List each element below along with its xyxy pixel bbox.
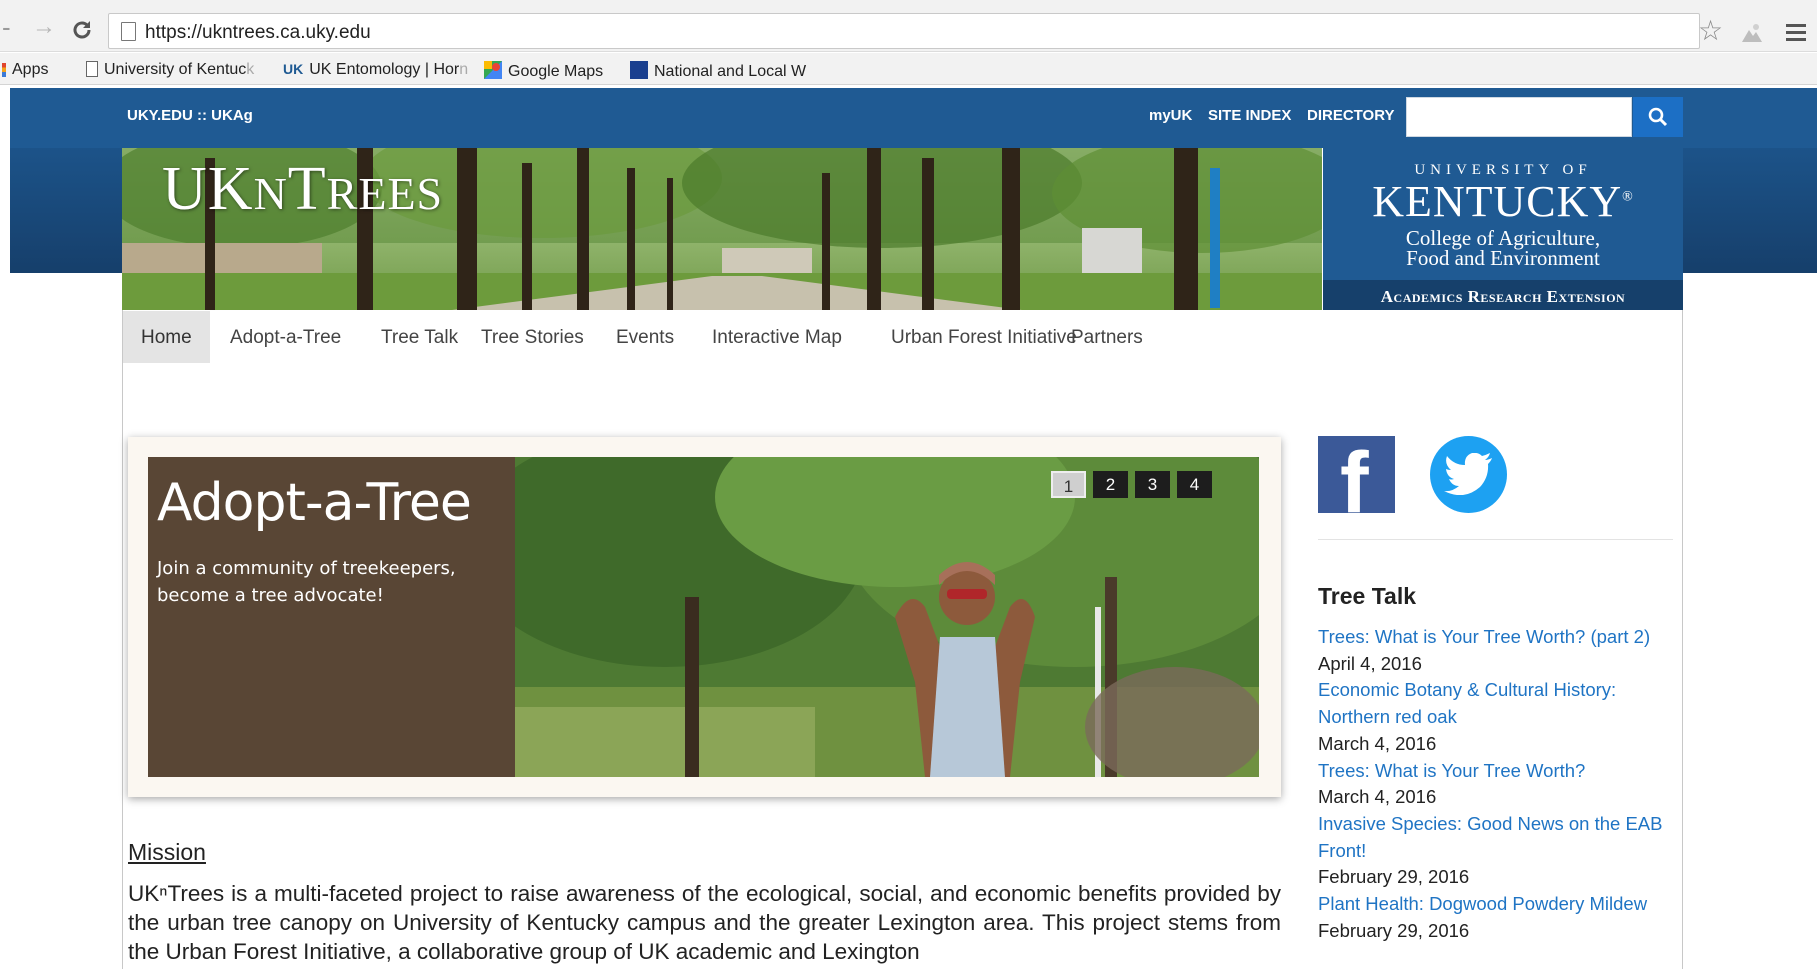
bookmark-google-maps[interactable]: Google Maps bbox=[484, 61, 603, 81]
nav-tree-stories[interactable]: Tree Stories bbox=[463, 311, 602, 363]
post-date: February 29, 2016 bbox=[1318, 919, 1470, 941]
nav-interactive-map[interactable]: Interactive Map bbox=[694, 311, 860, 363]
slide-page-3[interactable]: 3 bbox=[1135, 471, 1170, 498]
address-url[interactable]: https://ukntrees.ca.uky.edu bbox=[145, 22, 371, 44]
uk-college-logo[interactable]: UNIVERSITY OF KENTUCKY® College of Agric… bbox=[1323, 148, 1683, 310]
nav-partners[interactable]: Partners bbox=[1053, 311, 1161, 363]
nav-tree-talk[interactable]: Tree Talk bbox=[363, 311, 476, 363]
ukntrees-logo[interactable]: UKNTREES bbox=[162, 154, 443, 225]
uk-kentucky-wordmark: KENTUCKY® bbox=[1372, 177, 1634, 226]
mission-heading: Mission bbox=[128, 839, 206, 865]
search-icon bbox=[1648, 107, 1668, 127]
facebook-icon[interactable]: f bbox=[1318, 435, 1395, 531]
bookmarks-bar: Apps University of Kentuck UK UK Entomolo… bbox=[0, 53, 1817, 85]
google-maps-icon bbox=[484, 61, 502, 79]
uk-logo-icon: UK bbox=[283, 61, 304, 77]
tree-talk-list: Trees: What is Your Tree Worth? (part 2)… bbox=[1318, 624, 1678, 944]
site-search-input[interactable] bbox=[1406, 97, 1632, 137]
bookmark-apps[interactable]: Apps bbox=[2, 61, 48, 79]
slide-title[interactable]: Adopt-a-Tree bbox=[157, 473, 472, 533]
myuk-link[interactable]: myUK bbox=[1149, 107, 1192, 124]
nav-home[interactable]: Home bbox=[123, 311, 210, 363]
post-date: April 4, 2016 bbox=[1318, 652, 1422, 674]
post-date: March 4, 2016 bbox=[1318, 786, 1437, 808]
post-date: February 29, 2016 bbox=[1318, 866, 1470, 888]
uk-tagline: Academics Research Extension bbox=[1380, 287, 1626, 306]
tree-talk-heading: Tree Talk bbox=[1318, 583, 1417, 609]
volunteer-thumbs-up-photo[interactable] bbox=[515, 457, 1259, 777]
post-link[interactable]: Plant Health: Dogwood Powdery Mildew bbox=[1318, 891, 1678, 918]
slide-page-1[interactable]: 1 bbox=[1051, 471, 1086, 498]
uky-ukag-link[interactable]: UKY.EDU :: UKAg bbox=[127, 107, 253, 124]
address-bar[interactable]: https://ukntrees.ca.uky.edu bbox=[108, 13, 1700, 49]
sidebar-divider bbox=[1318, 539, 1673, 540]
back-arrow-icon[interactable]: - bbox=[2, 14, 11, 40]
forward-arrow-icon[interactable]: → bbox=[32, 14, 56, 40]
apps-grid-icon bbox=[2, 63, 6, 77]
nav-events[interactable]: Events bbox=[598, 311, 692, 363]
reload-icon[interactable] bbox=[70, 18, 94, 42]
page-icon bbox=[86, 61, 98, 77]
weather-channel-icon bbox=[630, 61, 648, 79]
post-link[interactable]: Trees: What is Your Tree Worth? (part 2) bbox=[1318, 624, 1678, 651]
post-link[interactable]: Economic Botany & Cultural History: Nort… bbox=[1318, 677, 1678, 730]
slide-page-2[interactable]: 2 bbox=[1093, 471, 1128, 498]
post-link[interactable]: Invasive Species: Good News on the EAB F… bbox=[1318, 811, 1678, 864]
search-button[interactable] bbox=[1633, 97, 1683, 137]
slide-description: Join a community of treekeepers, become … bbox=[157, 558, 456, 606]
bookmark-national-and-local-weather[interactable]: National and Local W bbox=[630, 61, 806, 81]
extension-icon[interactable] bbox=[1740, 22, 1764, 44]
browser-toolbar: - → https://ukntrees.ca.uky.edu ☆ bbox=[0, 0, 1817, 52]
browser-menu-icon[interactable] bbox=[1786, 24, 1806, 45]
twitter-icon[interactable] bbox=[1430, 436, 1507, 513]
directory-link[interactable]: DIRECTORY bbox=[1307, 107, 1395, 124]
site-index-link[interactable]: SITE INDEX bbox=[1208, 107, 1291, 124]
post-link[interactable]: Trees: What is Your Tree Worth? bbox=[1318, 758, 1678, 785]
bookmark-university-of-kentucky[interactable]: University of Kentuck bbox=[86, 61, 254, 79]
uk-college-name: College of Agriculture, Food and Environm… bbox=[1405, 226, 1601, 270]
bookmark-uk-entomology[interactable]: UK UK Entomology | Horn bbox=[283, 61, 468, 79]
bookmark-star-icon[interactable]: ☆ bbox=[1698, 17, 1723, 45]
page-icon bbox=[121, 22, 136, 41]
mission-body: UKⁿTrees is a multi-faceted project to r… bbox=[128, 881, 1281, 964]
nav-adopt-a-tree[interactable]: Adopt-a-Tree bbox=[212, 311, 359, 363]
slide-page-4[interactable]: 4 bbox=[1177, 471, 1212, 498]
post-date: March 4, 2016 bbox=[1318, 732, 1437, 754]
